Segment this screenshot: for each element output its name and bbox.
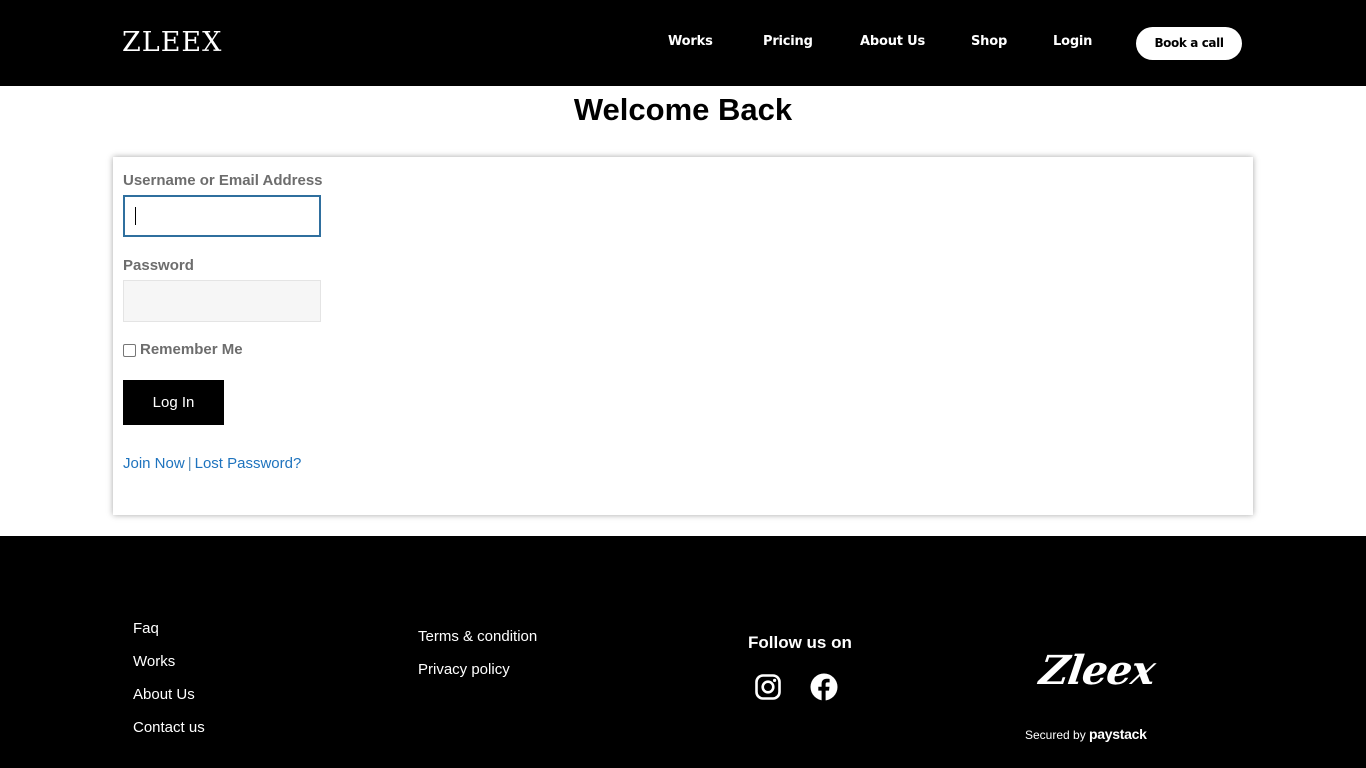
link-separator: | xyxy=(187,455,192,472)
remember-me-row: Remember Me xyxy=(123,341,243,359)
nav-pricing[interactable]: Pricing xyxy=(763,33,813,51)
follow-us-title: Follow us on xyxy=(748,633,852,652)
instagram-icon[interactable] xyxy=(753,672,783,702)
footer-link-about-us[interactable]: About Us xyxy=(133,686,195,704)
join-now-link[interactable]: Join Now xyxy=(123,455,185,472)
lost-password-link[interactable]: Lost Password? xyxy=(195,455,302,472)
password-input[interactable] xyxy=(123,280,321,322)
log-in-button[interactable]: Log In xyxy=(123,380,224,425)
footer-link-privacy[interactable]: Privacy policy xyxy=(418,661,510,679)
site-logo[interactable]: ZLEEX xyxy=(122,26,222,60)
username-label: Username or Email Address xyxy=(123,172,323,189)
secured-by-label: Secured by xyxy=(1025,728,1086,742)
page-title: Welcome Back xyxy=(573,92,793,127)
login-form-card: Username or Email Address Password Remem… xyxy=(113,157,1253,515)
account-links: Join Now | Lost Password? xyxy=(123,455,301,473)
site-footer: Faq Works About Us Contact us Terms & co… xyxy=(0,536,1366,768)
book-a-call-button[interactable]: Book a call xyxy=(1136,27,1242,60)
secured-by-paystack: Secured by paystack xyxy=(1025,726,1147,743)
nav-shop[interactable]: Shop xyxy=(971,33,1007,51)
remember-me-label[interactable]: Remember Me xyxy=(140,341,243,359)
nav-about-us[interactable]: About Us xyxy=(860,33,925,51)
paystack-logo: paystack xyxy=(1089,726,1147,742)
remember-me-checkbox[interactable] xyxy=(123,343,136,357)
footer-link-works[interactable]: Works xyxy=(133,653,175,671)
nav-works[interactable]: Works xyxy=(668,33,713,51)
site-header: ZLEEX Works Pricing About Us Shop Login … xyxy=(0,0,1366,86)
facebook-icon[interactable] xyxy=(809,672,839,702)
username-input[interactable] xyxy=(123,195,321,237)
nav-login[interactable]: Login xyxy=(1053,33,1092,51)
password-label: Password xyxy=(123,257,194,274)
footer-link-faq[interactable]: Faq xyxy=(133,620,159,638)
text-caret xyxy=(135,207,136,225)
footer-link-contact-us[interactable]: Contact us xyxy=(133,719,205,737)
footer-link-terms[interactable]: Terms & condition xyxy=(418,628,537,646)
footer-brand-logo: Zleex xyxy=(1036,647,1158,694)
